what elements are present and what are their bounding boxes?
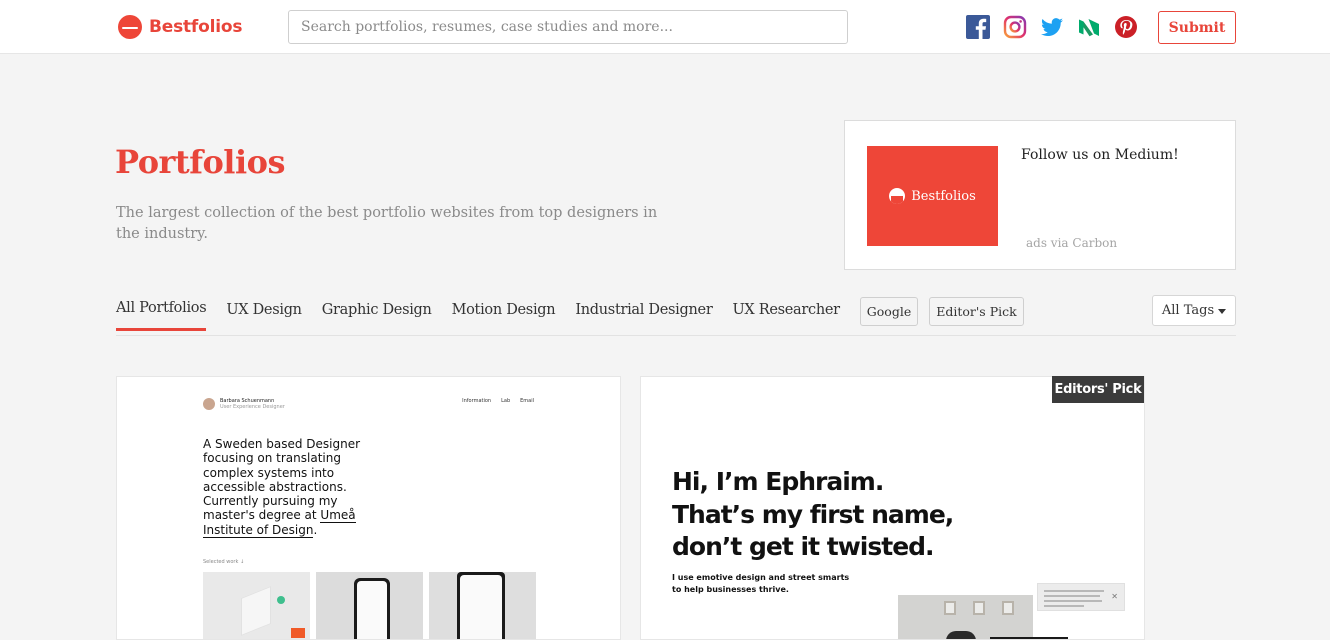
- cookie-notice: ✕: [1037, 583, 1125, 611]
- caret-down-icon: [1218, 309, 1227, 314]
- picture-frame: [944, 601, 956, 615]
- ad-image-text: Bestfolios: [911, 188, 976, 204]
- portfolio-card[interactable]: Barbara Schuenmann User Experience Desig…: [116, 376, 621, 640]
- facebook-icon[interactable]: [966, 15, 990, 39]
- thumbnail-link: Information: [462, 398, 492, 404]
- page-subtitle: The largest collection of the best portf…: [116, 205, 658, 242]
- thumbnail-tile: [429, 572, 536, 639]
- thumbnail-link: Email: [520, 398, 534, 404]
- search-input[interactable]: [288, 10, 848, 44]
- instagram-icon[interactable]: [1003, 15, 1027, 39]
- body-line: I use emotive design and street smarts: [672, 573, 850, 582]
- tag-editors-pick-button[interactable]: Editor's Pick: [929, 297, 1024, 326]
- bestfolios-logo[interactable]: Bestfolios: [118, 15, 242, 39]
- person-silhouette: [946, 631, 976, 639]
- thumbnail-headline: Hi, I’m Ephraim. That’s my first name, d…: [672, 466, 954, 564]
- thumbnail-body-text: I use emotive design and street smarts t…: [672, 572, 849, 596]
- top-navigation-bar: Bestfolios Submit: [0, 0, 1330, 54]
- social-links: [966, 15, 1138, 39]
- thumbnail-links: Information Lab Email: [462, 398, 534, 404]
- phone-mockup: [457, 572, 505, 639]
- thumbnail-tile: [203, 572, 310, 639]
- body-line: to help businesses thrive.: [672, 585, 789, 594]
- editors-pick-badge: Editors' Pick: [1052, 376, 1144, 403]
- carbon-ad[interactable]: Bestfolios Follow us on Medium! ads via …: [844, 120, 1236, 270]
- page-title: Portfolios: [115, 143, 285, 181]
- headline-line: don’t get it twisted.: [672, 532, 935, 561]
- thumbnail-role: User Experience Designer: [220, 404, 285, 410]
- tab-graphic-design[interactable]: Graphic Design: [322, 294, 432, 330]
- thumbnail-photo: [898, 595, 1033, 639]
- picture-frame: [1002, 601, 1014, 615]
- thumbnail-link: Lab: [501, 398, 511, 404]
- headline-line: That’s my first name,: [672, 499, 954, 529]
- cookie-text-line: [1044, 600, 1102, 602]
- all-tags-label: All Tags: [1161, 303, 1215, 318]
- intro-text-end: .: [313, 522, 318, 537]
- green-dot: [277, 596, 285, 604]
- avatar: [203, 398, 215, 410]
- tab-ux-researcher[interactable]: UX Researcher: [732, 294, 840, 330]
- bestfolios-logo-icon: [889, 188, 906, 204]
- cookie-text-line: [1044, 590, 1104, 592]
- cookie-text-line: [1044, 595, 1100, 597]
- ad-via-link[interactable]: ads via Carbon: [1026, 236, 1117, 250]
- filter-divider: [116, 335, 1236, 336]
- submit-button[interactable]: Submit: [1158, 11, 1236, 44]
- tag-google-button[interactable]: Google: [859, 297, 919, 326]
- device-illustration: [241, 585, 271, 637]
- all-tags-dropdown[interactable]: All Tags: [1152, 295, 1236, 326]
- portfolio-card[interactable]: Hi, I’m Ephraim. That’s my first name, d…: [640, 376, 1145, 640]
- tab-ux-design[interactable]: UX Design: [226, 294, 302, 330]
- orange-block: [291, 628, 305, 638]
- bestfolios-logo-icon: [118, 15, 142, 39]
- logo-text: Bestfolios: [149, 17, 243, 37]
- selected-work-label: Selected work ↓: [203, 559, 245, 565]
- phone-screen: [460, 575, 502, 639]
- headline-line: Hi, I’m Ephraim.: [672, 467, 884, 496]
- thumbnail-identity: Barbara Schuenmann User Experience Desig…: [220, 398, 285, 410]
- phone-mockup: [354, 578, 390, 639]
- picture-frame: [973, 601, 985, 615]
- phone-screen: [357, 581, 387, 639]
- ad-text[interactable]: Follow us on Medium!: [1021, 147, 1179, 163]
- tab-industrial-designer[interactable]: Industrial Designer: [575, 294, 712, 330]
- thumbnail-nav: Barbara Schuenmann User Experience Desig…: [203, 396, 534, 412]
- pinterest-icon[interactable]: [1114, 15, 1138, 39]
- ad-image[interactable]: Bestfolios: [867, 146, 998, 246]
- twitter-icon[interactable]: [1040, 15, 1064, 39]
- tab-all-portfolios[interactable]: All Portfolios: [116, 292, 207, 331]
- medium-icon[interactable]: [1077, 15, 1101, 39]
- thumbnail-tile: [316, 572, 423, 639]
- tab-motion-design[interactable]: Motion Design: [452, 294, 556, 330]
- thumbnail-intro-text: A Sweden based Designer focusing on tran…: [203, 437, 393, 538]
- close-icon: ✕: [1111, 592, 1118, 601]
- cookie-text-line: [1044, 605, 1084, 607]
- thumbnail-tiles: [203, 572, 536, 639]
- filter-tabs: All Portfolios UX Design Graphic Design …: [116, 292, 1035, 331]
